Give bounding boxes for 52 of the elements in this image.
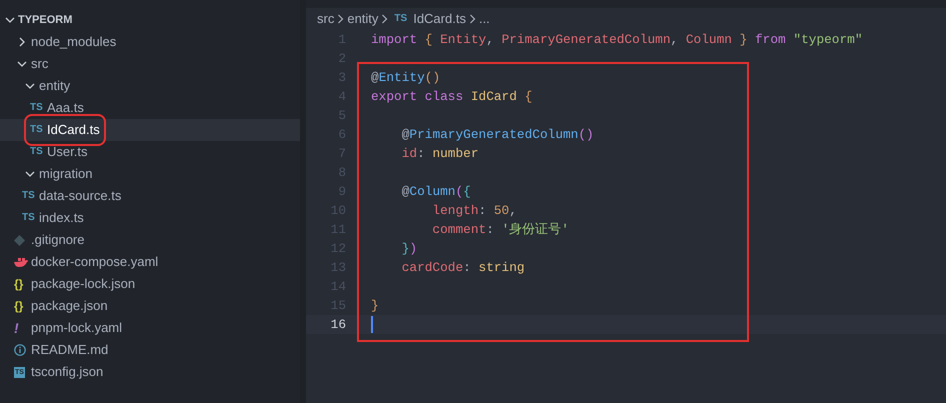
code-line: comment: '身份证号' <box>431 220 569 239</box>
text-cursor <box>371 316 373 333</box>
code-line: @Column({ <box>400 182 471 201</box>
tree-item[interactable]: ! pnpm-lock.yaml <box>0 317 300 339</box>
code-line: } <box>371 296 379 315</box>
braces-icon: {} <box>14 278 24 290</box>
code-line: @Entity() <box>371 68 440 87</box>
chevron-down-icon[interactable] <box>17 59 27 69</box>
breadcrumb-item[interactable]: src <box>317 9 334 29</box>
tree-item[interactable]: TS Aaa.ts <box>0 97 300 119</box>
tree-item[interactable]: README.md <box>0 339 300 361</box>
tree-item[interactable]: TS data-source.ts <box>0 185 300 207</box>
ts-file-icon: TS <box>30 125 43 135</box>
breadcrumb-item[interactable]: IdCard.ts <box>413 9 466 29</box>
chevron-right-icon[interactable] <box>17 37 27 47</box>
chevron-right-icon <box>468 14 476 24</box>
code-line: @PrimaryGeneratedColumn() <box>400 126 594 144</box>
breadcrumb-item[interactable]: entity <box>347 9 378 29</box>
tree-item[interactable]: migration <box>0 163 300 185</box>
ts-file-icon: TS <box>30 103 43 113</box>
line-number: 16 <box>330 316 346 334</box>
code-line: length: 50, <box>431 202 517 220</box>
code-line: export class IdCard { <box>371 88 532 106</box>
tree-item[interactable]: TS index.ts <box>0 207 300 229</box>
tree-item[interactable]: src <box>0 53 300 75</box>
tree-item[interactable]: {} package-lock.json <box>0 273 300 295</box>
tree-item[interactable]: docker-compose.yaml <box>0 251 300 273</box>
diamond-icon <box>14 234 25 246</box>
tree-item[interactable]: .gitignore <box>0 229 300 251</box>
chevron-right-icon <box>381 14 388 24</box>
code-line: import { Entity, PrimaryGeneratedColumn, Column } from "typeorm" <box>371 30 863 49</box>
tree-item[interactable]: node_modules <box>0 31 300 53</box>
exclamation-icon: ! <box>14 321 19 335</box>
chevron-right-icon <box>337 14 344 24</box>
ts-file-icon: TS <box>30 147 43 157</box>
braces-icon: {} <box>14 300 24 312</box>
ts-file-icon: TS <box>22 191 35 201</box>
tree-item[interactable]: {} package.json <box>0 295 300 317</box>
ts-file-icon: TS <box>22 213 35 223</box>
ts-file-icon: TS <box>394 14 408 24</box>
code-line: }) <box>400 240 418 258</box>
info-icon <box>14 344 26 356</box>
tree-item[interactable]: entity <box>0 75 300 97</box>
breadcrumb-item[interactable]: ... <box>478 9 490 29</box>
code-line: id: number <box>400 144 479 163</box>
chevron-down-icon[interactable] <box>25 81 35 91</box>
chevron-down-icon[interactable] <box>5 15 15 25</box>
whale-icon <box>14 257 29 267</box>
explorer-title: TYPEORM <box>18 12 72 28</box>
chevron-down-icon[interactable] <box>25 169 35 179</box>
tree-item[interactable]: TS User.ts <box>0 141 300 163</box>
code-line: cardCode: string <box>400 258 525 277</box>
